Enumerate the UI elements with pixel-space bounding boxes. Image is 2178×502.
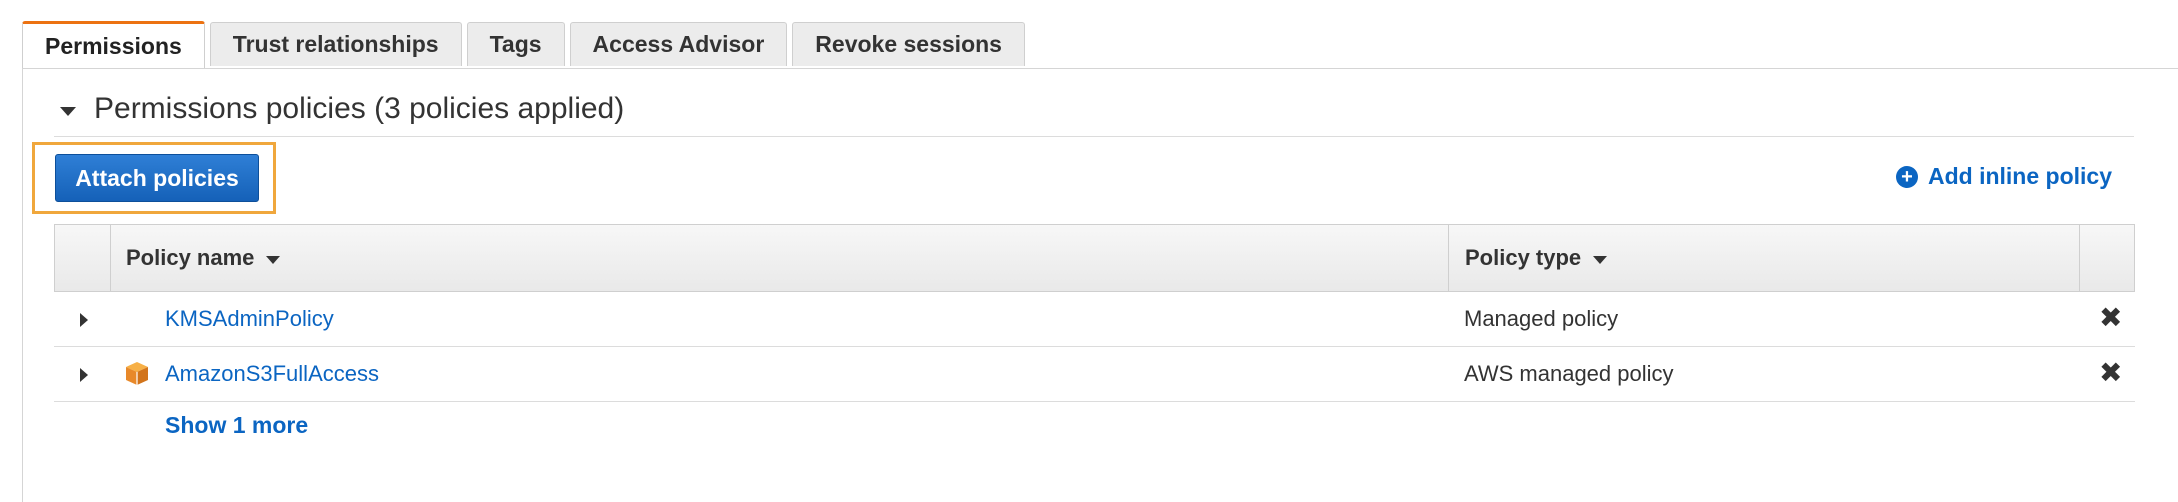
policies-table: Policy name Policy type KMSAdminPolicy M… bbox=[54, 224, 2135, 402]
permissions-policies-toggle[interactable]: Permissions policies (3 policies applied… bbox=[60, 92, 624, 126]
table-header: Policy name Policy type bbox=[54, 224, 2135, 292]
column-header-label: Policy name bbox=[126, 245, 255, 270]
tab-bar: Permissions Trust relationships Tags Acc… bbox=[22, 21, 1025, 68]
table-row: KMSAdminPolicy Managed policy ✖ bbox=[54, 292, 2135, 347]
tab-trust-relationships[interactable]: Trust relationships bbox=[209, 22, 462, 66]
add-inline-policy-link[interactable]: + Add inline policy bbox=[1895, 163, 2112, 190]
show-more-link[interactable]: Show 1 more bbox=[165, 412, 308, 439]
plus-circle-icon: + bbox=[1895, 165, 1918, 188]
remove-policy-icon[interactable]: ✖ bbox=[2099, 356, 2122, 389]
expand-row-icon[interactable] bbox=[80, 368, 88, 382]
policy-name-link[interactable]: AmazonS3FullAccess bbox=[165, 361, 379, 387]
policy-name-link[interactable]: KMSAdminPolicy bbox=[165, 306, 334, 332]
column-divider bbox=[110, 225, 111, 291]
aws-managed-box-icon bbox=[126, 362, 148, 385]
column-header-label: Policy type bbox=[1465, 245, 1582, 270]
section-divider bbox=[54, 136, 2134, 137]
add-inline-policy-label: Add inline policy bbox=[1927, 163, 2112, 189]
policy-type: Managed policy bbox=[1464, 306, 1619, 331]
caret-down-icon bbox=[60, 106, 76, 116]
sort-caret-icon bbox=[1593, 255, 1608, 264]
column-divider bbox=[1448, 225, 1449, 291]
sort-caret-icon bbox=[266, 255, 281, 264]
attach-policies-button[interactable]: Attach policies bbox=[55, 154, 259, 202]
section-title: Permissions policies (3 policies applied… bbox=[94, 92, 625, 125]
table-row: AmazonS3FullAccess AWS managed policy ✖ bbox=[54, 347, 2135, 402]
tab-tags[interactable]: Tags bbox=[466, 22, 565, 66]
tab-access-advisor[interactable]: Access Advisor bbox=[569, 22, 788, 66]
column-header-policy-type[interactable]: Policy type bbox=[1465, 225, 1608, 291]
remove-policy-icon[interactable]: ✖ bbox=[2099, 301, 2122, 334]
expand-row-icon[interactable] bbox=[80, 313, 88, 327]
column-header-policy-name[interactable]: Policy name bbox=[126, 225, 281, 291]
column-divider bbox=[2079, 225, 2080, 291]
tab-revoke-sessions[interactable]: Revoke sessions bbox=[792, 22, 1025, 66]
tab-permissions[interactable]: Permissions bbox=[22, 21, 205, 68]
policy-type: AWS managed policy bbox=[1464, 361, 1674, 386]
